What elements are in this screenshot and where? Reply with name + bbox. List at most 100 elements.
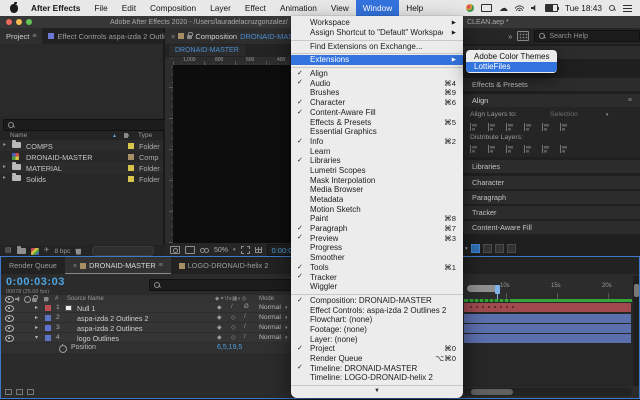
magnification-value[interactable]: 50% (214, 247, 228, 254)
menu-item[interactable]: ✓ ▶ (291, 383, 463, 387)
expand-transfer-controls-icon[interactable] (16, 389, 23, 395)
panel-header[interactable]: Paragraph (462, 191, 640, 204)
mode-chevron-icon[interactable]: ▾ (285, 315, 288, 321)
search-help-input[interactable]: Search Help (534, 30, 640, 42)
menubar-item[interactable]: Animation (273, 0, 324, 16)
minimize-window-button[interactable] (16, 19, 22, 25)
distribute-left-button[interactable] (522, 144, 533, 154)
panel-header[interactable]: Character (462, 176, 640, 189)
label-color-swatch[interactable] (128, 154, 134, 160)
menu-item[interactable]: ✓ Essential Graphics ▶ (291, 127, 463, 137)
layer-switch-icon[interactable]: / (231, 304, 233, 310)
layer-visibility-icon[interactable] (5, 335, 14, 342)
layer-switch-icon[interactable]: ◆ (217, 314, 222, 321)
layer-switch-icon[interactable]: / (244, 324, 246, 330)
playhead[interactable] (495, 285, 500, 294)
align-top-button[interactable] (522, 122, 533, 132)
apple-menu-icon[interactable] (10, 4, 18, 13)
wifi-icon[interactable] (515, 5, 524, 11)
distribute-h-center-button[interactable] (540, 144, 551, 154)
label-color-swatch[interactable] (128, 165, 134, 171)
project-item-row[interactable]: ▸ Solids Folder (0, 173, 163, 184)
menubar-item[interactable]: Help (399, 0, 430, 16)
show-channel-icon[interactable] (200, 248, 209, 252)
distribute-top-button[interactable] (468, 144, 479, 154)
menu-item[interactable]: ✓ Mask Interpolation ▶ (291, 175, 463, 185)
align-panel-header[interactable]: Align ≡ (462, 94, 640, 107)
layer-name[interactable]: Null 1 (77, 304, 95, 313)
menu-item[interactable]: ✓ Progress ▶ (291, 243, 463, 253)
property-row-position[interactable]: Position 6,5,19,5 (1, 343, 292, 353)
panel-header[interactable]: Libraries (462, 160, 640, 173)
menu-item[interactable]: ✓ Project ⌘0 ▶ (291, 344, 463, 354)
project-item-row[interactable]: ▸ MATERIAL Folder (0, 162, 163, 173)
workspace-overflow-icon[interactable]: » (508, 32, 512, 41)
close-tab-icon[interactable]: × (73, 261, 77, 270)
menu-item[interactable]: ✓ Workspace ▶ (291, 18, 463, 28)
dock-tool-icon[interactable] (483, 244, 492, 253)
layer-row[interactable]: ▾ 4 logo Outlines ◆ ◇ / Normal ▾ (1, 333, 292, 343)
panel-menu-icon[interactable]: ≡ (159, 262, 163, 269)
snapshot-camera-icon[interactable] (170, 246, 180, 254)
project-scrollbar[interactable] (92, 246, 154, 256)
layer-blend-mode[interactable]: Normal (259, 314, 281, 321)
display-icon[interactable] (481, 4, 492, 12)
distribute-v-center-button[interactable] (486, 144, 497, 154)
timeline-tab[interactable]: Render Queue (1, 257, 65, 274)
property-value[interactable]: 6,5,19,5 (217, 344, 242, 351)
disclosure-arrow-icon[interactable]: ▸ (3, 163, 6, 170)
menu-item[interactable]: ✓ Learn ▶ (291, 146, 463, 156)
layer-row[interactable]: ▸ 3 aspa-izda 2 Outlines ◆ ◇ / Normal ▾ (1, 323, 292, 333)
current-timecode[interactable]: 0:00:03:03 (6, 276, 65, 288)
layer-bar-shape[interactable] (464, 314, 631, 323)
menu-item[interactable]: ✓ Tools ⌘1 ▶ (291, 263, 463, 273)
panel-header[interactable]: Effects & Presets (462, 78, 640, 91)
menubar-clock[interactable]: Tue 18:43 (565, 3, 602, 13)
menubar-item[interactable]: File (87, 0, 114, 16)
dock-chevron-icon[interactable]: ▾ (465, 246, 468, 252)
mode-chevron-icon[interactable]: ▾ (285, 335, 288, 341)
menu-item[interactable]: ✓ Wiggler ▶ (291, 282, 463, 292)
layer-bar-null[interactable] (464, 303, 631, 312)
menu-item[interactable]: ✓ Align ▶ (291, 69, 463, 79)
timeline-tab[interactable]: × DRONAID-MASTER ≡ (65, 257, 171, 274)
menu-item[interactable]: ✓ Lumetri Scopes ▶ (291, 166, 463, 176)
delete-item-icon[interactable] (75, 248, 81, 255)
menu-item[interactable]: ✓ Paint ⌘8 ▶ (291, 214, 463, 224)
menu-item[interactable]: ✓ Composition: DRONAID-MASTER ▶ (291, 296, 463, 306)
cloud-icon[interactable]: ☁ (499, 4, 508, 12)
menu-item[interactable]: ✓ Info ⌘2 ▶ (291, 137, 463, 147)
distribute-right-button[interactable] (558, 144, 569, 154)
timeline-zoom-handle[interactable] (467, 285, 498, 292)
layer-name[interactable]: logo Outlines (77, 334, 119, 343)
align-v-center-button[interactable] (540, 122, 551, 132)
layer-visibility-icon[interactable] (5, 325, 14, 332)
menu-item[interactable]: ✓ Timeline: DRONAID-MASTER ▶ (291, 363, 463, 373)
menubar-item[interactable]: Composition (143, 0, 203, 16)
magnification-chevron-icon[interactable]: ▾ (233, 247, 236, 253)
label-color-swatch[interactable] (128, 176, 134, 182)
menu-item[interactable]: ✓ Metadata ▶ (291, 195, 463, 205)
distribute-bottom-button[interactable] (504, 144, 515, 154)
layer-visibility-icon[interactable] (5, 315, 14, 322)
panel-header[interactable]: Tracker (462, 206, 640, 219)
menubar-item[interactable]: Window (356, 0, 400, 16)
layer-disclosure-icon[interactable]: ▸ (35, 314, 38, 321)
layer-switch-icon[interactable]: ◆ (217, 304, 222, 311)
timeline-search-input[interactable] (149, 279, 297, 291)
menu-item[interactable]: ✓ Media Browser ▶ (291, 185, 463, 195)
label-column-icon[interactable] (124, 133, 129, 138)
timeline-horizontal-scrollbar[interactable] (464, 388, 632, 396)
menu-item[interactable]: ✓ Smoother ▶ (291, 253, 463, 263)
layer-blend-mode[interactable]: Normal (259, 304, 281, 311)
align-h-center-button[interactable] (486, 122, 497, 132)
submenu-item[interactable]: Adobe Color Themes (466, 52, 557, 62)
menu-item[interactable]: ✓ Render Queue ⌥⌘0 ▶ (291, 354, 463, 364)
menu-item[interactable]: ✓ Effects & Presets ⌘5 ▶ (291, 117, 463, 127)
layer-switch-icon[interactable]: ◇ (231, 324, 236, 331)
layer-row[interactable]: ▸ 1 Null 1 ◆ / Ø Normal ▾ (1, 303, 292, 313)
menu-item[interactable]: ✓ Extensions ▶ (291, 55, 463, 65)
tab-effect-controls[interactable]: Effect Controls aspa-izda 2 Outlin (42, 28, 175, 44)
menu-item[interactable]: ✓ Content-Aware Fill ▶ (291, 108, 463, 118)
menubar-item[interactable]: Effect (238, 0, 273, 16)
